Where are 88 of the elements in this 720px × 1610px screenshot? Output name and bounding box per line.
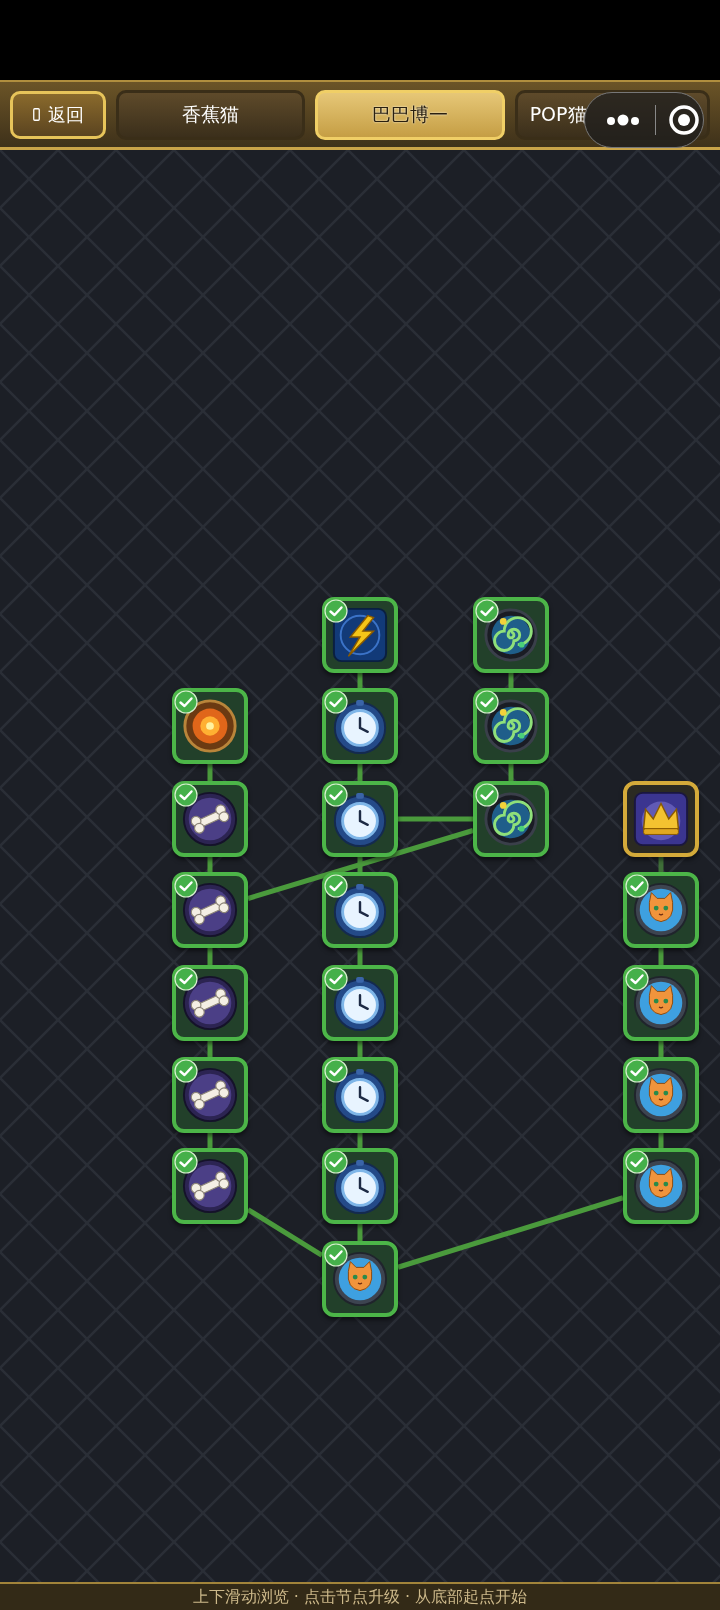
skill-node[interactable] [623, 1148, 699, 1224]
connector-line [658, 1133, 664, 1148]
spiral-icon [482, 606, 540, 664]
skill-node[interactable] [322, 965, 398, 1041]
back-button[interactable]: 返回 [10, 90, 106, 139]
check-icon [324, 783, 348, 807]
cat-icon [632, 881, 690, 939]
connector-line [207, 1133, 213, 1148]
check-icon [475, 599, 499, 623]
connector-line [207, 857, 213, 872]
check-icon [625, 1150, 649, 1174]
crown-icon [632, 790, 690, 848]
connector-line [658, 948, 664, 965]
connector-line [658, 1041, 664, 1057]
skill-node[interactable] [172, 688, 248, 764]
connector-line [207, 1041, 213, 1057]
connector-line [357, 673, 363, 688]
connector-line [658, 857, 664, 872]
check-icon [174, 967, 198, 991]
check-icon [324, 967, 348, 991]
connector-line [357, 1133, 363, 1148]
check-icon [625, 967, 649, 991]
connector-line [508, 764, 514, 781]
skill-node[interactable] [322, 688, 398, 764]
connector-line [357, 1041, 363, 1057]
skill-node[interactable] [322, 1148, 398, 1224]
stopwatch-icon [331, 790, 389, 848]
check-icon [475, 783, 499, 807]
cat-icon [632, 1066, 690, 1124]
check-icon [174, 690, 198, 714]
skill-node[interactable] [322, 1241, 398, 1317]
bone-icon [181, 1066, 239, 1124]
stopwatch-icon [331, 697, 389, 755]
connector-line [207, 764, 213, 781]
stopwatch-icon [331, 974, 389, 1032]
skill-node[interactable] [473, 597, 549, 673]
connector-line [207, 948, 213, 965]
check-icon [324, 1150, 348, 1174]
skill-node[interactable] [322, 597, 398, 673]
skill-node[interactable] [473, 781, 549, 857]
stopwatch-icon [331, 1157, 389, 1215]
connector-line [508, 673, 514, 688]
spiral-icon [482, 697, 540, 755]
connector-line [357, 1224, 363, 1241]
check-icon [174, 874, 198, 898]
skill-node[interactable] [322, 872, 398, 948]
connector-line [357, 948, 363, 965]
skill-node[interactable] [623, 781, 699, 857]
fire-burst-icon [181, 697, 239, 755]
skill-node[interactable] [172, 1057, 248, 1133]
skill-node[interactable] [172, 872, 248, 948]
skill-node[interactable] [473, 688, 549, 764]
placeholder-glyph-icon [32, 108, 40, 121]
skill-node[interactable] [172, 1148, 248, 1224]
category-tab[interactable]: 巴巴博一 [315, 89, 505, 140]
skill-node[interactable] [172, 965, 248, 1041]
check-icon [475, 690, 499, 714]
bone-icon [181, 1157, 239, 1215]
skill-node[interactable] [623, 965, 699, 1041]
lightning-icon [331, 606, 389, 664]
skill-node[interactable] [322, 1057, 398, 1133]
check-icon [324, 599, 348, 623]
check-icon [324, 690, 348, 714]
stopwatch-icon [331, 1066, 389, 1124]
cat-icon [632, 974, 690, 1032]
check-icon [174, 1150, 198, 1174]
bone-icon [181, 881, 239, 939]
skill-node[interactable] [623, 872, 699, 948]
skill-node[interactable] [172, 781, 248, 857]
check-icon [625, 1059, 649, 1083]
stopwatch-icon [331, 881, 389, 939]
check-icon [324, 874, 348, 898]
check-icon [174, 1059, 198, 1083]
skill-node[interactable] [322, 781, 398, 857]
footer-hint: 上下滑动浏览 · 点击节点升级 · 从底部起点开始 [192, 1586, 528, 1608]
close-target-icon[interactable] [668, 104, 700, 136]
cat-icon [632, 1157, 690, 1215]
check-icon [625, 874, 649, 898]
check-icon [174, 783, 198, 807]
connector-line [357, 764, 363, 781]
skill-node[interactable] [623, 1057, 699, 1133]
category-tab[interactable]: 香蕉猫 [116, 89, 306, 140]
bone-icon [181, 974, 239, 1032]
check-icon [324, 1059, 348, 1083]
cat-icon [331, 1250, 389, 1308]
check-icon [324, 1243, 348, 1267]
spiral-icon [482, 790, 540, 848]
bone-icon [181, 790, 239, 848]
